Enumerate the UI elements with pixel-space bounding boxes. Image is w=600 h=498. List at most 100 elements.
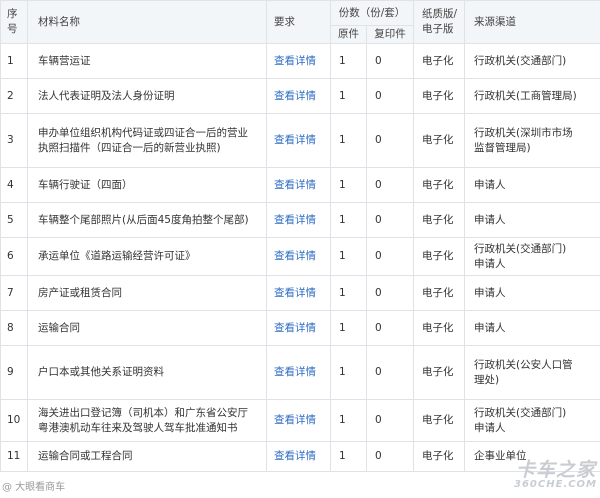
name-header: 材料名称 [27,0,267,44]
format-value: 电子化 [413,202,466,238]
source-channel: 申请人 [464,275,600,311]
copy-count: 0 [365,237,415,276]
copy-count: 0 [365,399,415,442]
source-channel: 行政机关(交通部门) 申请人 [464,237,600,276]
table-row: 7 房产证或租赁合同 查看详情 1 0 电子化 申请人 [0,275,600,311]
source-channel-line: 理处) [474,373,500,386]
index-header: 序 号 [0,0,28,44]
row-index: 9 [0,345,28,400]
row-index: 6 [0,237,28,276]
row-index: 7 [0,275,28,311]
source-channel-line: 申请人 [474,421,506,434]
copy-count: 0 [365,345,415,400]
index-header-line2: 号 [7,23,18,35]
source-channel-line: 申请人 [474,178,506,191]
material-name: 户口本或其他关系证明资料 [27,345,267,400]
row-index: 2 [0,78,28,114]
material-name-line: 车辆整个尾部照片(从后面45度角拍整个尾部) [38,213,249,226]
view-details-link[interactable]: 查看详情 [266,43,331,79]
copy-count: 0 [365,310,415,346]
copy-count: 0 [365,441,415,472]
format-header: 纸质版/ 电子版 [413,0,466,44]
logo-text: 卡车之家 [516,459,597,481]
table-row: 3 申办单位组织机构代码证或四证合一后的营业 执照扫描件（四证合一后的新营业执照) 查… [0,113,600,168]
view-details-link[interactable]: 查看详情 [266,237,331,276]
material-name: 法人代表证明及法人身份证明 [27,78,267,114]
row-index: 8 [0,310,28,346]
source-channel-line: 行政机关(公安人口管 [474,358,573,371]
source-channel: 申请人 [464,310,600,346]
format-value: 电子化 [413,167,466,203]
original-count: 1 [330,345,367,400]
original-count: 1 [330,441,367,472]
source-channel: 申请人 [464,202,600,238]
source-channel-line: 监督管理局) [474,141,531,154]
format-value: 电子化 [413,399,466,442]
view-details-link[interactable]: 查看详情 [266,310,331,346]
material-name-line: 海关进出口登记簿（司机本）和广东省公安厅 [38,406,248,419]
material-name: 房产证或租赁合同 [27,275,267,311]
row-index: 3 [0,113,28,168]
format-value: 电子化 [413,310,466,346]
original-header: 原件 [330,25,367,44]
view-details-link[interactable]: 查看详情 [266,202,331,238]
source-header: 来源渠道 [464,0,600,44]
format-header-line2: 电子版 [422,23,454,35]
material-name: 申办单位组织机构代码证或四证合一后的营业 执照扫描件（四证合一后的新营业执照) [27,113,267,168]
logo-domain: 360CHE.COM [514,479,598,490]
copy-count: 0 [365,113,415,168]
table-row: 10 海关进出口登记簿（司机本）和广东省公安厅 粤港澳机动车往来及驾驶人驾车批准通知… [0,399,600,442]
source-channel-line: 申请人 [474,286,506,299]
format-value: 电子化 [413,78,466,114]
source-channel-line: 行政机关(交通部门) [474,54,567,67]
table-row: 2 法人代表证明及法人身份证明 查看详情 1 0 电子化 行政机关(工商管理局) [0,78,600,114]
view-details-link[interactable]: 查看详情 [266,441,331,472]
format-value: 电子化 [413,113,466,168]
source-channel-line: 行政机关(交通部门) [474,242,567,255]
format-value: 电子化 [413,237,466,276]
material-name-line: 申办单位组织机构代码证或四证合一后的营业 [38,126,248,139]
material-name-line: 车辆行驶证（四面） [38,178,133,191]
view-details-link[interactable]: 查看详情 [266,167,331,203]
author-watermark: @ 大眼看商车 [2,482,66,493]
view-details-link[interactable]: 查看详情 [266,345,331,400]
materials-page: 序 号 材料名称 要求 份数（份/套） 纸质版/ 电子版 来源渠道 原件 复印件… [0,0,600,498]
table-row: 11 运输合同或工程合同 查看详情 1 0 电子化 企事业单位 [0,441,600,472]
original-count: 1 [330,399,367,442]
original-count: 1 [330,167,367,203]
original-count: 1 [330,78,367,114]
index-header-line1: 序 [7,8,18,20]
row-index: 11 [0,441,28,472]
source-channel-line: 行政机关(工商管理局) [474,89,577,102]
material-name: 运输合同 [27,310,267,346]
view-details-link[interactable]: 查看详情 [266,78,331,114]
format-value: 电子化 [413,275,466,311]
source-channel-line: 申请人 [474,257,506,270]
table-header: 序 号 材料名称 要求 份数（份/套） 纸质版/ 电子版 来源渠道 原件 复印件 [0,0,600,44]
table-row: 4 车辆行驶证（四面） 查看详情 1 0 电子化 申请人 [0,167,600,203]
material-name: 海关进出口登记簿（司机本）和广东省公安厅 粤港澳机动车往来及驾驶人驾车批准通知书 [27,399,267,442]
table-row: 5 车辆整个尾部照片(从后面45度角拍整个尾部) 查看详情 1 0 电子化 申请人 [0,202,600,238]
view-details-link[interactable]: 查看详情 [266,275,331,311]
material-name: 车辆行驶证（四面） [27,167,267,203]
table-row: 1 车辆营运证 查看详情 1 0 电子化 行政机关(交通部门) [0,43,600,79]
view-details-link[interactable]: 查看详情 [266,399,331,442]
row-index: 5 [0,202,28,238]
original-count: 1 [330,310,367,346]
format-value: 电子化 [413,43,466,79]
row-index: 4 [0,167,28,203]
count-group-header: 份数（份/套） [329,0,415,26]
original-count: 1 [330,43,367,79]
copy-count: 0 [365,78,415,114]
view-details-link[interactable]: 查看详情 [266,113,331,168]
source-channel: 行政机关(深圳市市场 监督管理局) [464,113,600,168]
material-name: 承运单位《道路运输经营许可证》 [27,237,267,276]
source-channel: 行政机关(工商管理局) [464,78,600,114]
original-count: 1 [330,237,367,276]
material-name-line: 法人代表证明及法人身份证明 [38,89,175,102]
source-channel: 行政机关(公安人口管 理处) [464,345,600,400]
format-header-line1: 纸质版/ [422,8,458,20]
original-count: 1 [330,202,367,238]
source-channel: 申请人 [464,167,600,203]
format-value: 电子化 [413,345,466,400]
